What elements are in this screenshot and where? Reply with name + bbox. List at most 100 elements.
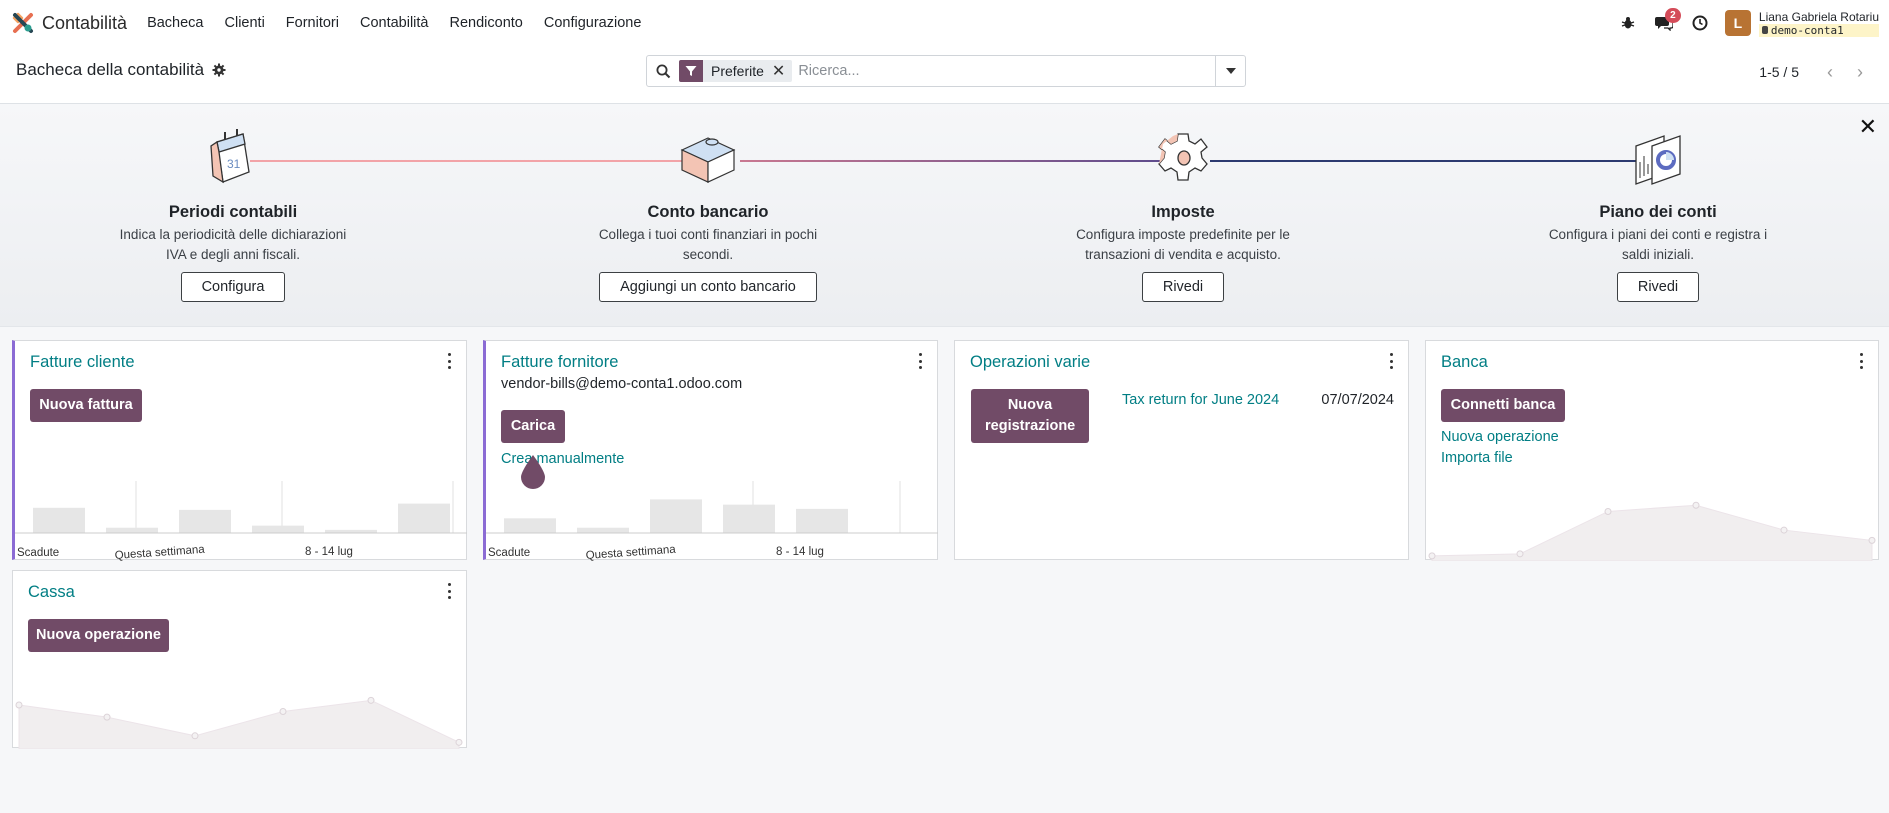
kebab-menu-icon[interactable]: [1388, 353, 1394, 369]
bar-1: [33, 507, 85, 533]
card-title[interactable]: Banca: [1441, 353, 1488, 372]
new-operation-link[interactable]: Nuova operazione: [1441, 429, 1559, 445]
kebab-menu-icon[interactable]: [446, 353, 452, 369]
step-piano-dei-conti: Piano dei conti Configura i piani dei co…: [1508, 128, 1808, 302]
menu-bacheca[interactable]: Bacheca: [147, 15, 203, 31]
point-2: [103, 713, 111, 721]
step-title: Imposte: [1151, 203, 1215, 221]
journal-card-cash: Cassa Nuova operazione: [12, 570, 467, 749]
bug-icon[interactable]: [1613, 8, 1643, 38]
tax-return-link[interactable]: Tax return for June 2024: [1122, 392, 1279, 408]
user-name: Liana Gabriela Rotariu: [1758, 9, 1879, 24]
pager-next-button[interactable]: ›: [1845, 60, 1875, 84]
bar-3: [650, 499, 702, 533]
app-name[interactable]: Contabilità: [42, 13, 127, 34]
bar-5: [796, 508, 848, 533]
bar-1: [504, 518, 556, 533]
bars: [33, 481, 454, 533]
configura-button[interactable]: Configura: [180, 272, 286, 302]
area-fill: [18, 699, 460, 749]
menu-configurazione[interactable]: Configurazione: [544, 15, 642, 31]
point-1: [15, 701, 23, 709]
vendor-bills-email: vendor-bills@demo-conta1.odoo.com: [501, 376, 743, 392]
bar-2: [577, 527, 629, 533]
connect-bank-button[interactable]: Connetti banca: [1441, 389, 1565, 422]
close-icon[interactable]: ✕: [1859, 114, 1877, 140]
calendar-icon: 31: [210, 129, 250, 184]
tick-questa-settimana: Questa settimana: [585, 544, 676, 561]
pager-value[interactable]: 1-5 / 5: [1759, 64, 1799, 80]
menu-contabilita[interactable]: Contabilità: [360, 15, 429, 31]
menu-fornitori[interactable]: Fornitori: [286, 15, 339, 31]
gear-icon: [1158, 133, 1208, 181]
point-5: [367, 696, 375, 704]
search-icon[interactable]: [647, 64, 679, 79]
step-description: Indica la periodicità delle dichiarazion…: [119, 227, 347, 262]
bar-6: [398, 503, 450, 533]
point-5: [1780, 526, 1788, 534]
new-operation-button[interactable]: Nuova operazione: [28, 619, 169, 652]
search-facet: Preferite ✕: [679, 60, 793, 82]
chat-icon[interactable]: 2: [1649, 8, 1681, 38]
new-invoice-button[interactable]: Nuova fattura: [30, 389, 142, 422]
new-entry-button[interactable]: Nuova registrazione: [971, 389, 1089, 443]
remove-facet-icon[interactable]: ✕: [772, 61, 792, 81]
point-1: [1428, 552, 1436, 560]
kebab-menu-icon[interactable]: [917, 353, 923, 369]
bars: [504, 481, 901, 533]
card-title[interactable]: Cassa: [28, 583, 75, 602]
puzzle-icon: [680, 137, 736, 183]
facet-label: Preferite: [711, 63, 764, 79]
search-bar: Preferite ✕: [646, 55, 1246, 87]
rivedi-imposte-button[interactable]: Rivedi: [1141, 272, 1225, 302]
bar-4: [252, 525, 304, 533]
bar-4: [723, 504, 775, 533]
user-menu[interactable]: Liana Gabriela Rotariu demo-conta1: [1758, 9, 1879, 37]
card-title[interactable]: Fatture cliente: [30, 353, 135, 372]
add-bank-account-button[interactable]: Aggiungi un conto bancario: [599, 272, 817, 302]
menu-clienti[interactable]: Clienti: [225, 15, 265, 31]
step-description: Configura i piani dei conti e registra i…: [1548, 227, 1768, 262]
point-6: [455, 738, 463, 746]
step-title: Conto bancario: [647, 203, 769, 221]
tick-week-range: 8 - 14 lug: [776, 546, 824, 558]
bar-3: [179, 509, 231, 533]
svg-text:31: 31: [227, 157, 241, 171]
search-options-toggle[interactable]: [1215, 56, 1245, 86]
pager: 1-5 / 5 ‹ ›: [1759, 60, 1875, 84]
customer-invoices-chart[interactable]: Scadute Questa settimana 8 - 14 lug: [15, 481, 467, 561]
clock-icon[interactable]: [1685, 8, 1715, 38]
journal-card-bank: Banca Connetti banca Nuova operazione Im…: [1425, 340, 1879, 561]
upload-button[interactable]: Carica: [501, 410, 565, 443]
kebab-menu-icon[interactable]: [1858, 353, 1864, 369]
point-4: [1692, 501, 1700, 509]
journal-card-vendor-bills: Fatture fornitore vendor-bills@demo-cont…: [483, 340, 938, 561]
step-periodi-contabili: 31 Periodi contabili Indica la periodici…: [83, 128, 383, 302]
pager-previous-button[interactable]: ‹: [1815, 60, 1845, 84]
point-2: [1516, 550, 1524, 558]
rivedi-piano-button[interactable]: Rivedi: [1616, 272, 1700, 302]
filter-icon: [679, 60, 703, 82]
menu-rendiconto[interactable]: Rendiconto: [450, 15, 523, 31]
avatar[interactable]: L: [1724, 10, 1751, 36]
chat-badge: 2: [1664, 8, 1681, 23]
brand[interactable]: Contabilità: [12, 12, 147, 34]
step-title: Piano dei conti: [1599, 203, 1717, 221]
kebab-menu-icon[interactable]: [446, 583, 452, 599]
point-6: [1868, 536, 1876, 544]
gear-icon[interactable]: [212, 63, 226, 77]
vendor-bills-chart[interactable]: Scadute Questa settimana 8 - 14 lug: [486, 481, 938, 561]
systray: 2 L Liana Gabriela Rotariu demo-conta1: [1613, 0, 1889, 46]
app-logo-icon: [12, 12, 33, 33]
card-title[interactable]: Operazioni varie: [970, 353, 1090, 372]
tick-scadute: Scadute: [17, 547, 59, 559]
caret-down-icon: [1225, 68, 1236, 74]
page-title-wrap: Bacheca della contabilità: [16, 60, 226, 80]
card-title[interactable]: Fatture fornitore: [501, 353, 618, 372]
bank-chart[interactable]: [1426, 481, 1878, 561]
point-4: [279, 708, 287, 716]
cash-chart[interactable]: [13, 679, 465, 749]
search-input[interactable]: [798, 57, 1215, 85]
import-file-link[interactable]: Importa file: [1441, 450, 1513, 466]
tick-week-range: 8 - 14 lug: [305, 546, 353, 558]
